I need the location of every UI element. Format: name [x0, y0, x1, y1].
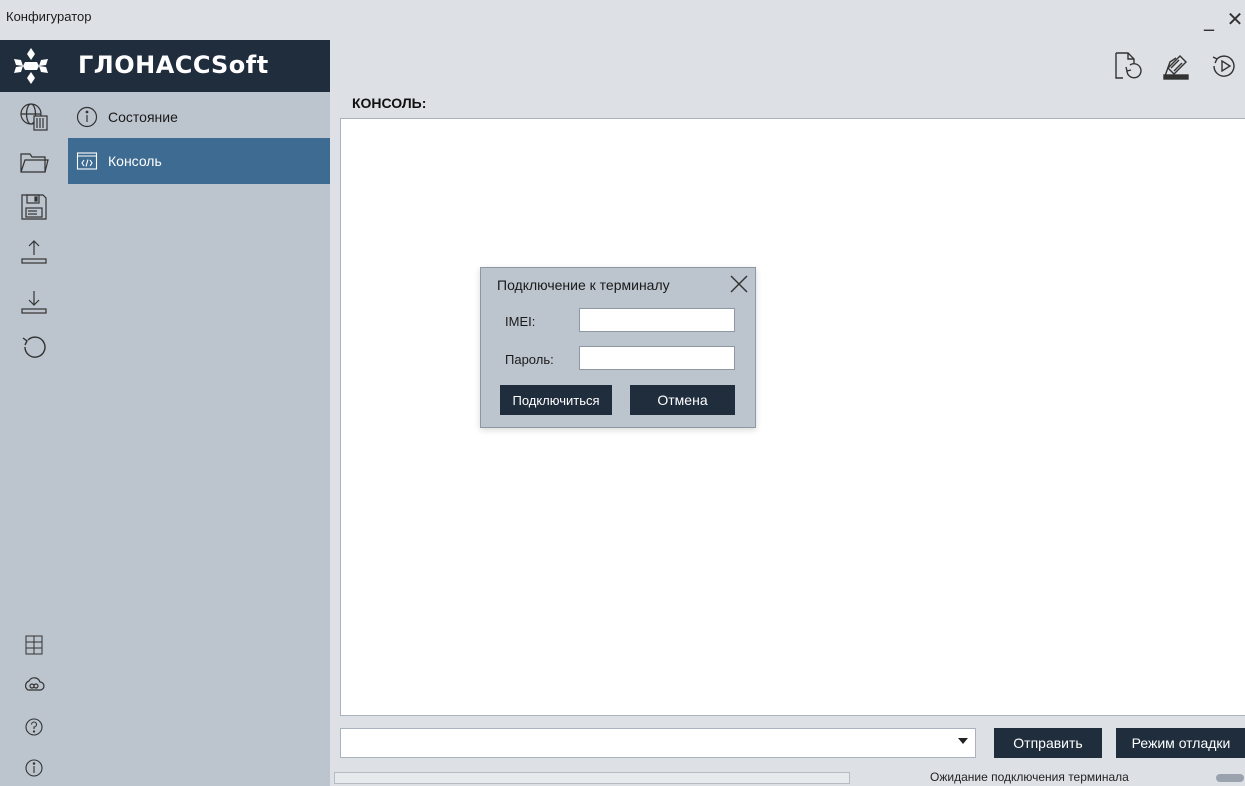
nav-item-label: Консоль: [108, 153, 162, 169]
info-icon[interactable]: [19, 753, 49, 783]
brand-name: ГЛОНАССSoft: [78, 51, 269, 79]
debug-mode-button[interactable]: Режим отладки: [1116, 728, 1245, 758]
chevron-down-icon[interactable]: [958, 738, 968, 744]
console-heading: КОНСОЛЬ:: [352, 95, 427, 111]
icon-rail: [0, 92, 68, 786]
nav-item-console[interactable]: Консоль: [68, 138, 330, 184]
progress-bar: [334, 772, 850, 784]
window-title: Конфигуратор: [6, 9, 92, 24]
device-settings-icon[interactable]: [1160, 50, 1192, 82]
dialog-title: Подключение к терминалу: [497, 277, 670, 293]
navigation-panel: Состояние Консоль: [68, 92, 330, 786]
password-label: Пароль:: [505, 352, 554, 367]
status-text: Ожидание подключения терминала: [930, 770, 1129, 784]
snowflake-logo-icon: [14, 48, 48, 84]
imei-label: IMEI:: [505, 314, 536, 329]
connect-button[interactable]: Подключиться: [500, 385, 612, 415]
close-icon[interactable]: [727, 272, 751, 296]
play-reload-icon[interactable]: [1208, 50, 1240, 82]
cancel-button[interactable]: Отмена: [630, 385, 735, 415]
top-toolbar: [330, 40, 1245, 92]
nav-item-label: Состояние: [108, 109, 178, 125]
nav-item-status[interactable]: Состояние: [68, 94, 330, 140]
brand-bar: ГЛОНАССSoft: [0, 40, 330, 92]
password-field[interactable]: [579, 346, 735, 370]
grid-table-icon[interactable]: [19, 630, 49, 660]
connect-dialog: Подключение к терминалу IMEI: Пароль: По…: [480, 267, 756, 428]
console-output[interactable]: [340, 118, 1245, 716]
main-panel: КОНСОЛЬ: Отправить Режим отладки Ожидани…: [330, 92, 1245, 786]
imei-field[interactable]: [579, 308, 735, 332]
file-refresh-icon[interactable]: [1110, 50, 1142, 82]
save-icon[interactable]: [19, 192, 49, 222]
dialog-header: Подключение к терминалу: [481, 268, 755, 302]
help-icon[interactable]: [19, 712, 49, 742]
window-close-button[interactable]: ✕: [1224, 6, 1245, 32]
minimize-button[interactable]: _: [1198, 6, 1220, 32]
status-indicator: [1216, 774, 1244, 782]
upload-icon[interactable]: [19, 237, 49, 267]
globe-device-icon[interactable]: [19, 102, 49, 132]
window-titlebar: Конфигуратор _ ✕: [0, 0, 1245, 40]
command-input[interactable]: [340, 728, 976, 758]
send-button[interactable]: Отправить: [994, 728, 1102, 758]
undo-icon[interactable]: [19, 332, 49, 362]
cloud-link-icon[interactable]: [19, 670, 49, 700]
code-window-icon: [76, 152, 98, 170]
info-circle-icon: [76, 106, 98, 128]
status-bar: Ожидание подключения терминала: [330, 770, 1245, 786]
download-icon[interactable]: [19, 287, 49, 317]
folder-open-icon[interactable]: [19, 147, 49, 177]
